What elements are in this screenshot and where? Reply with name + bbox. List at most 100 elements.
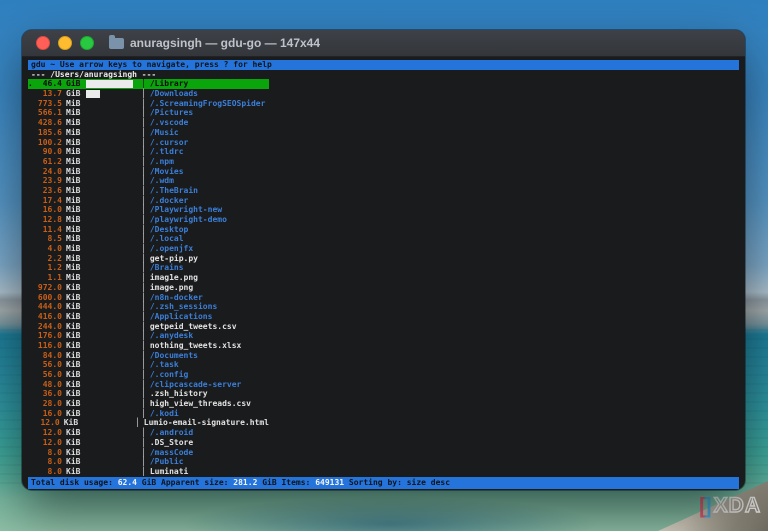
traffic-lights bbox=[36, 36, 94, 50]
list-item[interactable]: 12.0 KiB │ Lumio-email-signature.html bbox=[28, 418, 269, 428]
column-separator: │ bbox=[141, 215, 146, 224]
column-separator: │ bbox=[141, 156, 146, 166]
item-size-unit: KiB bbox=[66, 399, 81, 409]
list-item[interactable]: 176.0 KiB │/.anydesk bbox=[28, 331, 269, 341]
terminal-content[interactable]: gdu ~ Use arrow keys to navigate, press … bbox=[22, 57, 745, 490]
minimize-button[interactable] bbox=[58, 36, 72, 50]
list-item[interactable]: 24.0 MiB │/Movies bbox=[28, 167, 269, 177]
item-size: 1.2 bbox=[47, 263, 62, 273]
item-name-directory: /Movies bbox=[149, 166, 184, 176]
item-size: 23.6 bbox=[42, 185, 62, 195]
list-item[interactable]: 244.0 KiB │ getpeid_tweets.csv bbox=[28, 322, 269, 332]
item-name-directory: /Brains bbox=[149, 263, 184, 273]
list-item[interactable]: 185.6 MiB │/Music bbox=[28, 128, 269, 138]
item-name-directory: /massCode bbox=[149, 447, 194, 457]
usage-bar bbox=[86, 89, 134, 98]
column-separator: │ bbox=[141, 428, 146, 438]
usage-bar bbox=[86, 245, 134, 253]
list-item[interactable]: 4.0 MiB │/.openjfx bbox=[28, 244, 269, 254]
column-separator: │ bbox=[141, 350, 146, 360]
usage-bar bbox=[86, 100, 134, 108]
item-size-unit: KiB bbox=[66, 282, 81, 292]
list-item[interactable]: 100.2 MiB │/.cursor bbox=[28, 138, 269, 148]
list-item[interactable]: 11.4 MiB │/Desktop bbox=[28, 225, 269, 235]
item-name-directory: /.config bbox=[149, 370, 189, 379]
list-item[interactable]: 2.2 MiB │ get-pip.py bbox=[28, 254, 269, 264]
item-name-file: getpeid_tweets.csv bbox=[149, 321, 237, 331]
usage-bar bbox=[86, 448, 134, 456]
list-item[interactable]: 12.0 KiB │ .DS_Store bbox=[28, 438, 269, 448]
cursor-marker: . bbox=[28, 79, 33, 89]
item-size-unit: MiB bbox=[66, 108, 81, 118]
list-item[interactable]: 12.0 KiB │/.android bbox=[28, 428, 269, 438]
list-item[interactable]: 428.6 MiB │/.vscode bbox=[28, 118, 269, 128]
xda-bracket-right-icon: ] bbox=[704, 493, 711, 518]
item-size-unit: KiB bbox=[66, 360, 81, 370]
item-size-unit: MiB bbox=[66, 224, 81, 234]
list-item[interactable]: 773.5 MiB │/.ScreamingFrogSEOSpider bbox=[28, 99, 269, 109]
zoom-button[interactable] bbox=[80, 36, 94, 50]
list-item[interactable]: . 46.4 GiB │/Library bbox=[28, 79, 269, 90]
list-item[interactable]: 444.0 KiB │/.zsh_sessions bbox=[28, 302, 269, 312]
column-separator: │ bbox=[141, 185, 146, 195]
item-size: 12.0 bbox=[40, 418, 60, 428]
list-item[interactable]: 56.0 KiB │/.config bbox=[28, 370, 269, 380]
item-size: 61.2 bbox=[42, 156, 62, 166]
list-item[interactable]: 12.8 MiB │/playwright-demo bbox=[28, 215, 269, 225]
column-separator: │ bbox=[141, 466, 146, 476]
gdu-help-bar: gdu ~ Use arrow keys to navigate, press … bbox=[28, 60, 739, 70]
list-item[interactable]: 23.9 MiB │/.wdm bbox=[28, 176, 269, 186]
list-item[interactable]: 16.0 MiB │/Playwright-new bbox=[28, 205, 269, 215]
status-label: Sorting by: size desc bbox=[344, 477, 451, 487]
status-value: 281.2 bbox=[233, 477, 258, 487]
column-separator: │ bbox=[141, 379, 146, 389]
list-item[interactable]: 13.7 GiB │/Downloads bbox=[28, 89, 269, 99]
list-item[interactable]: 17.4 MiB │/.docker bbox=[28, 196, 269, 206]
item-size: 444.0 bbox=[37, 302, 62, 312]
list-item[interactable]: 8.0 KiB │/massCode bbox=[28, 448, 269, 458]
item-size-unit: KiB bbox=[66, 447, 81, 457]
list-item[interactable]: 36.0 KiB │ .zsh_history bbox=[28, 389, 269, 399]
item-name-directory: /Applications bbox=[149, 311, 213, 321]
list-item[interactable]: 61.2 MiB │/.npm bbox=[28, 157, 269, 167]
item-size-unit: KiB bbox=[66, 437, 81, 447]
list-item[interactable]: 1.2 MiB │/Brains bbox=[28, 263, 269, 273]
list-item[interactable]: 8.0 KiB │ Luminati bbox=[28, 467, 269, 477]
list-item[interactable]: 48.0 KiB │/clipcascade-server bbox=[28, 380, 269, 390]
list-item[interactable]: 1.1 MiB │ imag1e.png bbox=[28, 273, 269, 283]
item-name-directory: /.task bbox=[149, 360, 179, 370]
item-size: 8.0 bbox=[47, 466, 62, 476]
list-item[interactable]: 56.0 KiB │/.task bbox=[28, 360, 269, 370]
list-item[interactable]: 566.1 MiB │/Pictures bbox=[28, 108, 269, 118]
list-item[interactable]: 416.0 KiB │/Applications bbox=[28, 312, 269, 322]
terminal-window[interactable]: anuragsingh — gdu-go — 147x44 gdu ~ Use … bbox=[22, 30, 745, 490]
list-item[interactable]: 23.6 MiB │/.TheBrain bbox=[28, 186, 269, 196]
folder-icon bbox=[109, 34, 124, 49]
list-item[interactable]: 116.0 KiB │ nothing_tweets.xlsx bbox=[28, 341, 269, 351]
column-separator: │ bbox=[141, 311, 146, 321]
list-item[interactable]: 90.0 MiB │/.tldrc bbox=[28, 147, 269, 157]
item-size: 8.5 bbox=[47, 234, 62, 244]
item-size: 600.0 bbox=[37, 292, 62, 302]
title-bar[interactable]: anuragsingh — gdu-go — 147x44 bbox=[22, 30, 745, 57]
list-item[interactable]: 28.0 KiB │ high_view_threads.csv bbox=[28, 399, 269, 409]
usage-bar bbox=[86, 439, 134, 447]
usage-bar bbox=[86, 332, 134, 340]
item-size-unit: KiB bbox=[63, 418, 79, 428]
list-item[interactable]: 8.5 MiB │/.local bbox=[28, 234, 269, 244]
usage-bar bbox=[86, 196, 134, 204]
usage-bar bbox=[86, 381, 134, 389]
usage-bar bbox=[86, 235, 134, 243]
item-size-unit: MiB bbox=[66, 118, 81, 128]
item-size: 176.0 bbox=[37, 331, 62, 341]
list-item[interactable]: 972.0 KiB │ image.png bbox=[28, 283, 269, 293]
usage-bar bbox=[86, 109, 134, 117]
item-size-unit: MiB bbox=[66, 263, 81, 273]
list-item[interactable]: 84.0 KiB │/Documents bbox=[28, 351, 269, 361]
list-item[interactable]: 16.0 KiB │/.kodi bbox=[28, 409, 269, 419]
item-size: 16.0 bbox=[42, 205, 62, 215]
list-item[interactable]: 600.0 KiB │/n8n-docker bbox=[28, 293, 269, 303]
usage-bar bbox=[86, 158, 134, 166]
list-item[interactable]: 8.0 KiB │/Public bbox=[28, 457, 269, 467]
close-button[interactable] bbox=[36, 36, 50, 50]
